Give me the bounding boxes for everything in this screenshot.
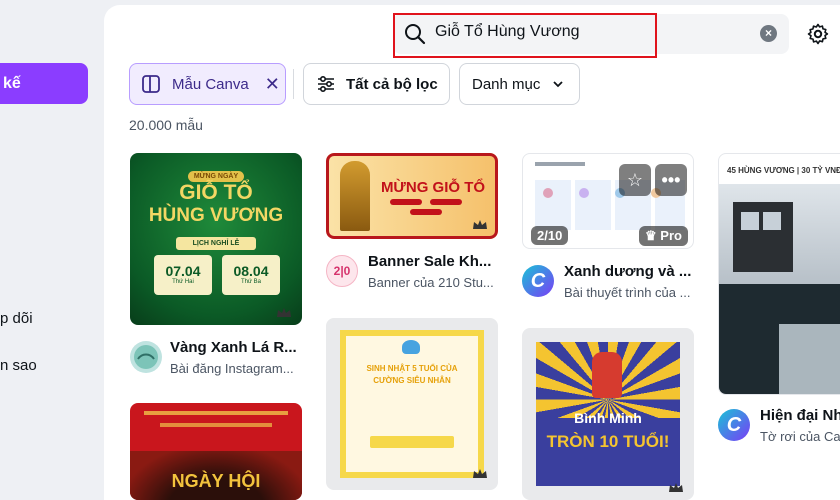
canva-avatar[interactable]: C: [718, 409, 750, 441]
template-card-thumbnail[interactable]: ☆ ••• 2/10 ♛ Pro: [522, 153, 694, 249]
chevron-down-icon: [553, 81, 564, 88]
sidebar-item-following[interactable]: p dõi: [0, 310, 33, 327]
result-count: 20.000 mẫu: [129, 117, 203, 133]
card-subtitle: Bài đăng Instagram...: [170, 361, 294, 376]
clear-search-icon[interactable]: ×: [760, 25, 777, 42]
sidebar: kế p dõi n sao: [0, 0, 104, 500]
category-dropdown[interactable]: Danh mục: [459, 63, 580, 105]
gear-icon[interactable]: [806, 22, 830, 46]
crown-icon: [669, 483, 683, 492]
child-icon: [402, 340, 420, 354]
template-card-thumbnail[interactable]: MỪNG NGÀY GIỖ TỔ HÙNG VƯƠNG LỊCH NGHỈ LỄ…: [130, 153, 302, 325]
card-title[interactable]: Hiện đại Nh: [760, 407, 840, 424]
card-title[interactable]: Banner Sale Kh...: [368, 253, 491, 270]
all-filters-button[interactable]: Tất cả bộ lọc: [303, 63, 450, 105]
card-subtitle: Banner của 210 Stu...: [368, 275, 494, 290]
template-card-thumbnail[interactable]: MỪNG GIỖ TỔ: [326, 153, 498, 239]
sidebar-item-starred[interactable]: n sao: [0, 357, 37, 374]
search-results-panel: Giỗ Tổ Hùng Vương × Mẫu Canva ✕ Tất cả b…: [104, 5, 840, 500]
card-title[interactable]: Xanh dương và ...: [564, 263, 691, 280]
close-icon[interactable]: ✕: [265, 74, 280, 95]
template-icon: [142, 75, 160, 93]
template-card-thumbnail[interactable]: NGÀY HỘI: [130, 403, 302, 500]
star-icon[interactable]: ☆: [619, 164, 651, 196]
pro-badge: ♛ Pro: [639, 226, 688, 246]
template-card-thumbnail[interactable]: Bình Minh TRÒN 10 TUỔI!: [522, 328, 694, 500]
template-card-thumbnail[interactable]: 45 HÙNG VƯƠNG | 30 TỶ VNĐ: [718, 153, 840, 395]
more-options-icon[interactable]: •••: [655, 164, 687, 196]
superhero-image: [592, 352, 622, 398]
sidebar-item-design[interactable]: kế: [0, 63, 88, 104]
avatar[interactable]: 2|0: [326, 255, 358, 287]
highlight-box: [393, 13, 657, 58]
divider: [293, 69, 294, 99]
crown-icon: [277, 308, 291, 317]
crown-icon: [473, 469, 487, 478]
card-subtitle: Tờ rơi của Can: [760, 429, 840, 444]
crown-icon: ♛: [645, 228, 657, 243]
card-subtitle: Bài thuyết trình của ...: [564, 285, 691, 300]
card-title[interactable]: Vàng Xanh Lá R...: [170, 339, 297, 356]
filter-sliders-icon: [318, 75, 334, 93]
crown-icon: [473, 220, 487, 229]
avatar[interactable]: [130, 341, 162, 373]
page-count-badge: 2/10: [531, 226, 569, 245]
sidebar-item-label: kế: [3, 75, 21, 92]
canva-avatar[interactable]: C: [522, 265, 554, 297]
template-card-thumbnail[interactable]: SINH NHẬT 5 TUỔI CỦA CƯỜNG SIÊU NHÂN: [326, 318, 498, 490]
statue-image: [340, 161, 370, 231]
filter-chip-canva-templates[interactable]: Mẫu Canva ✕: [129, 63, 286, 105]
